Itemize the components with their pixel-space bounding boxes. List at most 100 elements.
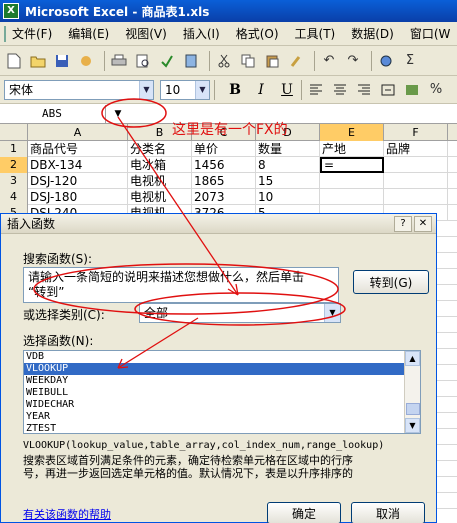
align-right-icon[interactable]: [354, 80, 374, 100]
workbook-icon[interactable]: [4, 25, 6, 42]
research-icon[interactable]: [181, 51, 201, 71]
cell[interactable]: 数量: [256, 141, 320, 157]
scroll-up-icon[interactable]: ▲: [405, 351, 420, 366]
list-item[interactable]: WEIBULL: [24, 387, 404, 399]
italic-button[interactable]: I: [251, 80, 271, 100]
cell[interactable]: 电视机: [128, 173, 192, 189]
column-header-f[interactable]: F: [384, 124, 448, 141]
chevron-down-icon[interactable]: ▼: [195, 80, 209, 99]
permission-icon[interactable]: [76, 51, 96, 71]
autosum-icon[interactable]: Σ: [400, 51, 420, 71]
name-box[interactable]: ABS: [0, 104, 106, 123]
merge-center-icon[interactable]: [378, 80, 398, 100]
cell[interactable]: 2073: [192, 189, 256, 205]
search-function-input[interactable]: 请输入一条简短的说明来描述您想做什么，然后单击 “转到”: [23, 267, 339, 303]
row-header[interactable]: 3: [0, 173, 28, 189]
list-item[interactable]: WEEKDAY: [24, 375, 404, 387]
row-header[interactable]: 1: [0, 141, 28, 157]
new-document-icon[interactable]: [4, 51, 24, 71]
cell[interactable]: 品牌: [384, 141, 448, 157]
function-list[interactable]: VDB VLOOKUP WEEKDAY WEIBULL WIDECHAR YEA…: [23, 350, 421, 434]
cell[interactable]: [320, 189, 384, 205]
bold-button[interactable]: B: [225, 80, 245, 100]
list-item[interactable]: VDB: [24, 351, 404, 363]
open-folder-icon[interactable]: [28, 51, 48, 71]
cell[interactable]: 15: [256, 173, 320, 189]
cut-icon[interactable]: [214, 51, 234, 71]
category-select[interactable]: 全部 ▼: [139, 303, 341, 323]
cell[interactable]: 电冰箱: [128, 157, 192, 173]
dialog-title: 插入函数: [7, 217, 56, 231]
column-header-a[interactable]: A: [28, 124, 128, 141]
print-icon[interactable]: [109, 51, 129, 71]
row-header[interactable]: 2: [0, 157, 28, 173]
chevron-down-icon[interactable]: ▼: [110, 105, 126, 123]
chevron-down-icon[interactable]: ▼: [139, 80, 153, 99]
window-title-bar: X Microsoft Excel - 商品表1.xls: [0, 0, 457, 22]
hyperlink-icon[interactable]: [376, 51, 396, 71]
list-item-selected[interactable]: VLOOKUP: [24, 363, 404, 375]
undo-icon[interactable]: ↶: [319, 51, 339, 71]
cell[interactable]: [384, 189, 448, 205]
percent-icon[interactable]: %: [426, 80, 446, 100]
goto-button[interactable]: 转到(G): [353, 270, 429, 294]
formatting-toolbar: 宋体 ▼ 10 ▼ B I U %: [0, 76, 457, 104]
cell[interactable]: DSJ-120: [28, 173, 128, 189]
active-cell[interactable]: =: [320, 157, 384, 173]
cancel-button[interactable]: 取消: [351, 502, 425, 523]
align-center-icon[interactable]: [330, 80, 350, 100]
scroll-down-icon[interactable]: ▼: [405, 418, 420, 433]
cell[interactable]: [320, 173, 384, 189]
save-icon[interactable]: [52, 51, 72, 71]
font-size-select[interactable]: 10 ▼: [160, 79, 210, 100]
font-name-select[interactable]: 宋体 ▼: [4, 79, 154, 100]
align-left-icon[interactable]: [306, 80, 326, 100]
cell[interactable]: 1865: [192, 173, 256, 189]
format-painter-icon[interactable]: [286, 51, 306, 71]
function-help-link[interactable]: 有关该函数的帮助: [23, 506, 111, 522]
select-all-corner[interactable]: [0, 124, 28, 141]
cell[interactable]: DBX-134: [28, 157, 128, 173]
copy-icon[interactable]: [238, 51, 258, 71]
menu-tools[interactable]: 工具(T): [295, 25, 336, 42]
cell[interactable]: 单价: [192, 141, 256, 157]
paste-icon[interactable]: [262, 51, 282, 71]
cell[interactable]: 电视机: [128, 189, 192, 205]
ok-button[interactable]: 确定: [267, 502, 341, 523]
cell[interactable]: 商品代号: [28, 141, 128, 157]
category-label: 或选择类别(C):: [23, 308, 105, 322]
function-list-scrollbar[interactable]: ▲ ▼: [404, 351, 420, 433]
underline-button[interactable]: U: [277, 80, 297, 100]
close-icon[interactable]: ✕: [414, 215, 432, 232]
cell[interactable]: 1456: [192, 157, 256, 173]
scroll-thumb[interactable]: [406, 403, 420, 415]
cell[interactable]: 产地: [320, 141, 384, 157]
toolbar-separator: [209, 50, 210, 71]
cell[interactable]: 分类名: [128, 141, 192, 157]
redo-icon[interactable]: ↷: [343, 51, 363, 71]
cell[interactable]: [384, 173, 448, 189]
print-preview-icon[interactable]: [133, 51, 153, 71]
list-item[interactable]: WIDECHAR: [24, 399, 404, 411]
column-header-e[interactable]: E: [320, 124, 384, 141]
menu-insert[interactable]: 插入(I): [183, 25, 220, 42]
menu-data[interactable]: 数据(D): [351, 25, 394, 42]
menu-window[interactable]: 窗口(W: [410, 25, 451, 42]
menu-view[interactable]: 视图(V): [125, 25, 167, 42]
list-item[interactable]: YEAR: [24, 411, 404, 423]
row-header[interactable]: 4: [0, 189, 28, 205]
cell[interactable]: DSJ-180: [28, 189, 128, 205]
cell[interactable]: [384, 157, 448, 173]
menu-edit[interactable]: 编辑(E): [68, 25, 109, 42]
menu-bar: 文件(F) 编辑(E) 视图(V) 插入(I) 格式(O) 工具(T) 数据(D…: [0, 22, 457, 46]
spelling-icon[interactable]: [157, 51, 177, 71]
cell[interactable]: 10: [256, 189, 320, 205]
table-row: 2 DBX-134 电冰箱 1456 8 =: [0, 157, 457, 173]
menu-file[interactable]: 文件(F): [12, 25, 52, 42]
cell[interactable]: 8: [256, 157, 320, 173]
list-item[interactable]: ZTEST: [24, 423, 404, 433]
chevron-down-icon[interactable]: ▼: [324, 304, 340, 322]
currency-icon[interactable]: [402, 80, 422, 100]
help-icon[interactable]: ?: [394, 215, 412, 232]
menu-format[interactable]: 格式(O): [236, 25, 279, 42]
